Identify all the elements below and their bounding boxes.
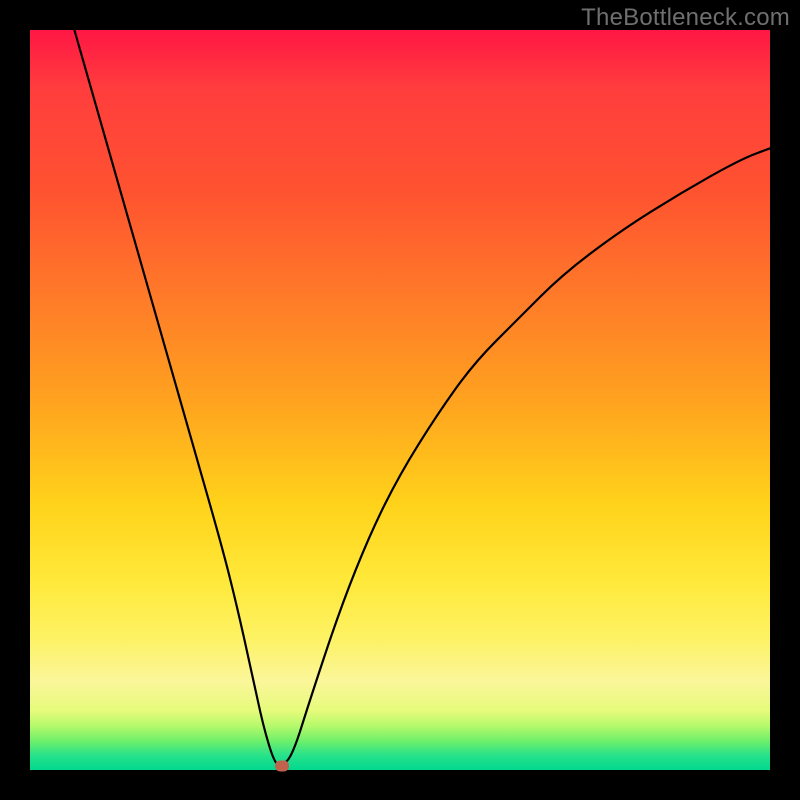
chart-frame: TheBottleneck.com bbox=[0, 0, 800, 800]
curve-path bbox=[74, 30, 770, 765]
optimum-marker bbox=[275, 761, 289, 772]
bottleneck-curve bbox=[30, 30, 770, 770]
watermark-text: TheBottleneck.com bbox=[581, 4, 790, 32]
